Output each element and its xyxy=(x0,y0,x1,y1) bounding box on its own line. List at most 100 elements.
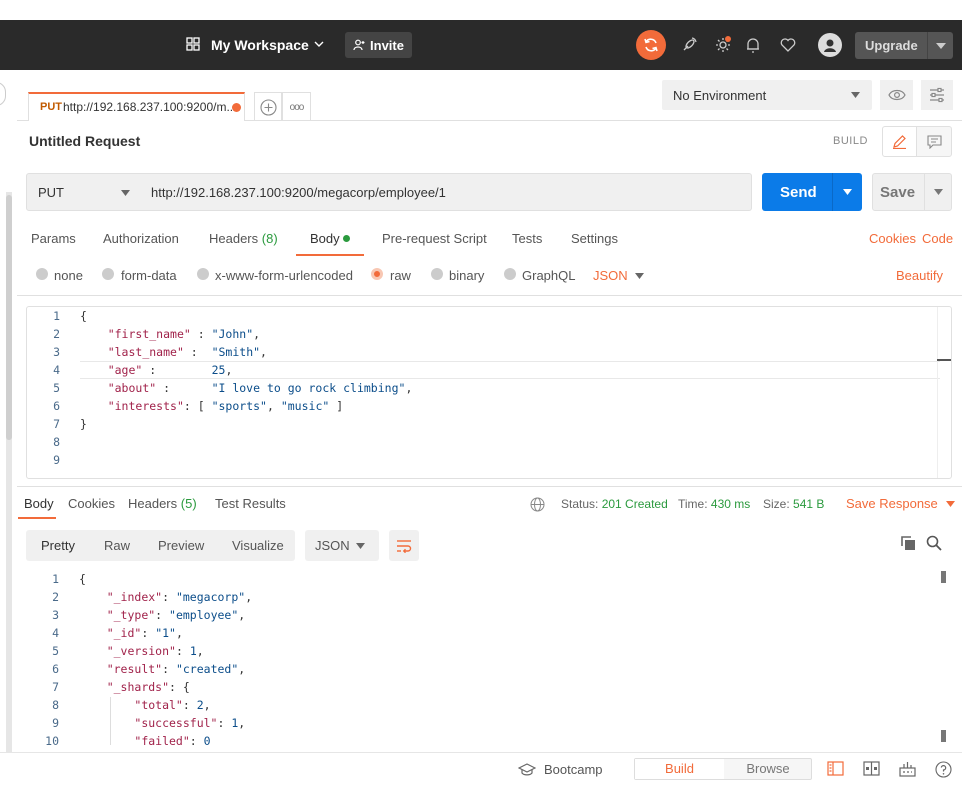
mode-browse[interactable]: Browse xyxy=(724,759,812,779)
manage-environments-button[interactable] xyxy=(921,80,953,110)
tab-params[interactable]: Params xyxy=(31,231,76,246)
view-preview[interactable]: Preview xyxy=(158,538,204,553)
method-select[interactable]: PUT xyxy=(26,173,142,211)
line-number: 2 xyxy=(52,590,59,604)
wrap-lines-button[interactable] xyxy=(389,530,419,561)
avatar[interactable] xyxy=(818,33,842,57)
workspace-switcher[interactable]: My Workspace xyxy=(211,37,309,53)
radio-raw-label[interactable]: raw xyxy=(390,268,411,283)
response-divider[interactable] xyxy=(17,486,962,487)
line-number: 3 xyxy=(53,345,60,359)
view-raw[interactable]: Raw xyxy=(104,538,130,553)
code-text: "_shards": { xyxy=(106,680,190,694)
environment-quick-look-button[interactable] xyxy=(880,80,913,110)
radio-form-data[interactable] xyxy=(102,268,114,280)
caret-down-icon[interactable] xyxy=(832,173,862,211)
tab-tests[interactable]: Tests xyxy=(512,231,542,246)
tab-request[interactable]: PUT http://192.168.237.100:9200/m... xyxy=(28,92,245,121)
code-line: 7} xyxy=(27,415,951,433)
workspace-grid-icon xyxy=(186,37,200,51)
caret-down-icon[interactable] xyxy=(924,174,952,210)
pencil-icon xyxy=(893,135,906,149)
radio-none-label[interactable]: none xyxy=(54,268,83,283)
response-body-viewer[interactable]: 1{2 "_index": "megacorp", 3 "_type": "emp… xyxy=(26,570,952,745)
copy-icon[interactable] xyxy=(900,535,916,551)
runner-icon[interactable] xyxy=(899,761,916,777)
save-button[interactable]: Save xyxy=(872,173,952,211)
line-number: 7 xyxy=(52,680,59,694)
response-tab-cookies[interactable]: Cookies xyxy=(68,496,115,511)
radio-urlencoded[interactable] xyxy=(197,268,209,280)
tab-body[interactable]: Body xyxy=(310,231,350,246)
code-text: "_index": "megacorp", xyxy=(106,590,253,604)
code-text: "interests": [ "sports", "music" ] xyxy=(107,399,344,413)
view-pretty[interactable]: Pretty xyxy=(41,538,75,553)
tab-headers[interactable]: Headers (8) xyxy=(209,231,278,246)
tab-authorization[interactable]: Authorization xyxy=(103,231,179,246)
method-label: PUT xyxy=(38,185,64,200)
radio-raw[interactable] xyxy=(371,268,383,280)
radio-none[interactable] xyxy=(36,268,48,280)
time-meta[interactable]: Time: 430 ms xyxy=(678,497,750,511)
caret-down-icon[interactable] xyxy=(927,32,953,59)
unsaved-indicator[interactable] xyxy=(232,103,241,112)
upgrade-button[interactable]: Upgrade xyxy=(855,32,953,59)
environment-select[interactable]: No Environment xyxy=(662,80,872,110)
layout-columns-icon[interactable] xyxy=(863,761,880,776)
request-body-editor[interactable]: 1{2 "first_name" : "John", 3 "last_name" … xyxy=(26,306,952,479)
line-number: 5 xyxy=(53,381,60,395)
help-icon[interactable] xyxy=(935,761,952,778)
tab-more-button[interactable]: ooo xyxy=(282,92,311,121)
sidebar-toggle[interactable] xyxy=(0,82,6,106)
search-icon[interactable] xyxy=(926,535,942,551)
response-format-select[interactable]: JSON xyxy=(305,530,379,561)
line-number: 5 xyxy=(52,644,59,658)
radio-urlencoded-label[interactable]: x-www-form-urlencoded xyxy=(215,268,353,283)
size-meta[interactable]: Size: 541 B xyxy=(763,497,824,511)
settings-icon[interactable] xyxy=(713,35,733,55)
response-scroll-thumb-bottom[interactable] xyxy=(941,730,946,742)
code-link[interactable]: Code xyxy=(922,231,953,246)
upgrade-label: Upgrade xyxy=(865,38,918,53)
bootcamp-button[interactable]: Bootcamp xyxy=(518,762,603,777)
tab-prerequest-script[interactable]: Pre-request Script xyxy=(382,231,487,246)
chevron-down-icon[interactable] xyxy=(314,40,324,48)
radio-graphql-label[interactable]: GraphQL xyxy=(522,268,575,283)
save-response-button[interactable]: Save Response xyxy=(846,496,956,511)
satellite-icon[interactable] xyxy=(679,35,699,55)
response-tab-test-results[interactable]: Test Results xyxy=(215,496,286,511)
new-tab-button[interactable] xyxy=(254,92,282,121)
response-tab-headers[interactable]: Headers (5) xyxy=(128,496,197,511)
heart-icon[interactable] xyxy=(778,35,798,55)
view-visualize[interactable]: Visualize xyxy=(232,538,284,553)
response-tab-body[interactable]: Body xyxy=(24,496,54,511)
radio-binary-label[interactable]: binary xyxy=(449,268,484,283)
url-input[interactable] xyxy=(141,173,752,211)
bell-icon[interactable] xyxy=(743,35,763,55)
cookies-link[interactable]: Cookies xyxy=(869,231,916,246)
send-button[interactable]: Send xyxy=(762,173,862,211)
language-select[interactable]: JSON xyxy=(593,268,628,283)
two-pane-view-icon[interactable] xyxy=(827,761,844,776)
globe-icon[interactable] xyxy=(530,497,545,512)
code-line: 9 xyxy=(27,451,951,469)
sidebar-scroll-thumb[interactable] xyxy=(6,195,12,440)
invite-button[interactable]: Invite xyxy=(345,32,412,58)
caret-down-icon[interactable] xyxy=(635,273,644,279)
tab-settings[interactable]: Settings xyxy=(571,231,618,246)
radio-form-data-label[interactable]: form-data xyxy=(121,268,177,283)
code-line: 10 "failed": 0 xyxy=(26,732,952,745)
documentation-button[interactable] xyxy=(916,126,952,157)
request-title[interactable]: Untitled Request xyxy=(29,133,140,149)
beautify-link[interactable]: Beautify xyxy=(896,268,943,283)
tab-url: http://192.168.237.100:9200/m... xyxy=(63,100,237,114)
line-number: 2 xyxy=(53,327,60,341)
sync-button[interactable] xyxy=(636,30,666,60)
radio-graphql[interactable] xyxy=(504,268,516,280)
edit-button[interactable] xyxy=(882,126,917,157)
mode-build[interactable]: Build xyxy=(635,759,724,779)
response-scroll-thumb-top[interactable] xyxy=(941,571,946,583)
editor-scrollbar[interactable] xyxy=(937,307,951,478)
radio-binary[interactable] xyxy=(431,268,443,280)
status-meta[interactable]: Status: 201 Created xyxy=(561,497,668,511)
